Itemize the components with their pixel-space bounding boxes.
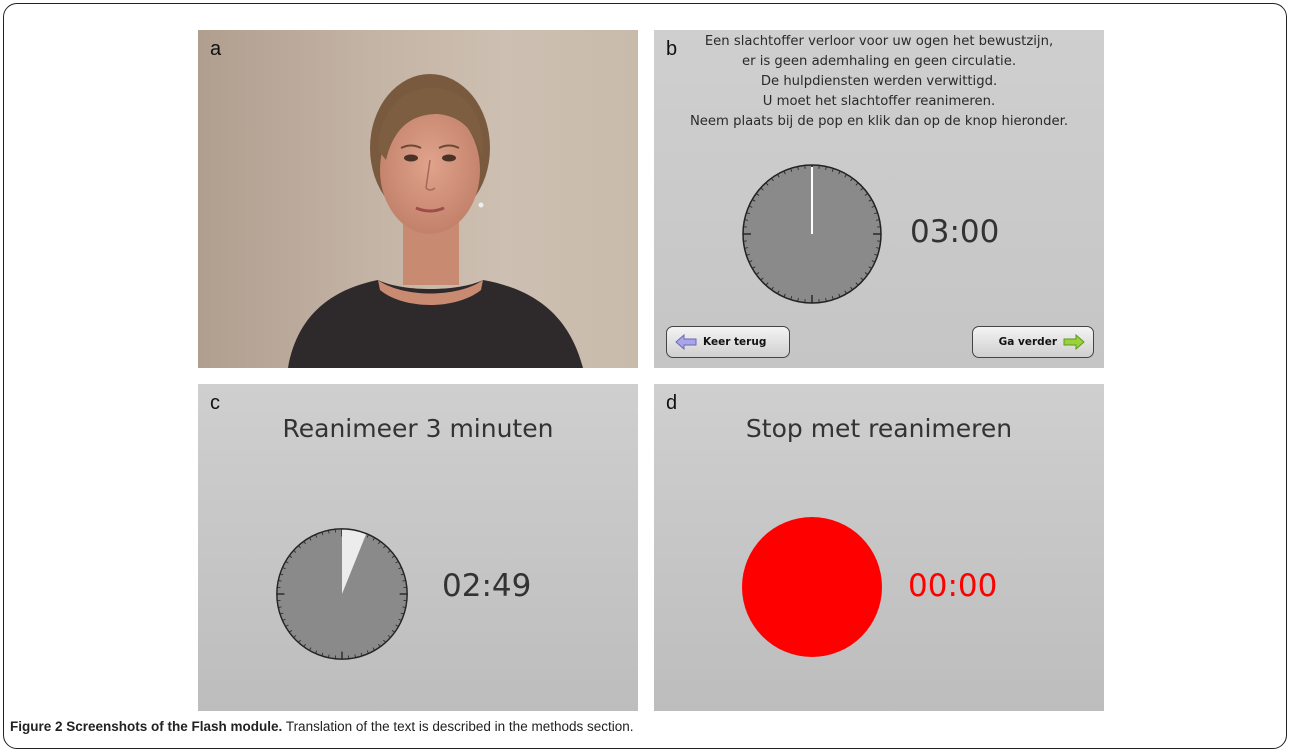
stop-indicator bbox=[742, 517, 882, 657]
caption-title: Figure 2 Screenshots of the Flash module… bbox=[10, 719, 283, 734]
panel-d-stop: d Stop met reanimeren 00:00 bbox=[654, 384, 1104, 711]
instruction-line: er is geen ademhaling en geen circulatie… bbox=[741, 54, 1017, 69]
arrow-left-icon bbox=[675, 334, 697, 350]
panel-heading: Stop met reanimeren bbox=[745, 414, 1013, 443]
instruction-line: Een slachtoffer verloor voor uw ogen het… bbox=[704, 34, 1054, 49]
instruction-line: U moet het slachtoffer reanimeren. bbox=[762, 94, 996, 109]
panel-heading: Reanimeer 3 minuten bbox=[282, 414, 554, 443]
presenter-image bbox=[288, 74, 583, 368]
countdown-clock bbox=[742, 164, 882, 304]
arrow-right-icon bbox=[1063, 334, 1085, 350]
back-button-label: Keer terug bbox=[703, 336, 767, 348]
panel-label: c bbox=[210, 392, 220, 414]
back-button[interactable]: Keer terug bbox=[666, 326, 790, 358]
panel-a-video-still: a bbox=[198, 30, 638, 368]
countdown-timer: 00:00 bbox=[908, 568, 998, 604]
instruction-line: Neem plaats bij de pop en klik dan op de… bbox=[689, 114, 1069, 129]
next-button-label: Ga verder bbox=[998, 336, 1057, 348]
instruction-line: De hulpdiensten werden verwittigd. bbox=[760, 74, 998, 89]
panel-b-instructions: b Een slachtoffer verloor voor uw ogen h… bbox=[654, 30, 1104, 368]
caption-text: Translation of the text is described in … bbox=[282, 719, 634, 734]
countdown-timer: 02:49 bbox=[442, 568, 532, 604]
next-button[interactable]: Ga verder bbox=[972, 326, 1094, 358]
countdown-timer: 03:00 bbox=[910, 214, 1000, 250]
panel-label: d bbox=[666, 392, 678, 414]
panel-c-cpr-countdown: c Reanimeer 3 minuten 02:49 bbox=[198, 384, 638, 711]
instruction-text: Een slachtoffer verloor voor uw ogen het… bbox=[654, 32, 1104, 132]
figure-caption: Figure 2 Screenshots of the Flash module… bbox=[10, 719, 634, 734]
panel-label: a bbox=[210, 38, 222, 60]
countdown-clock bbox=[276, 528, 408, 660]
